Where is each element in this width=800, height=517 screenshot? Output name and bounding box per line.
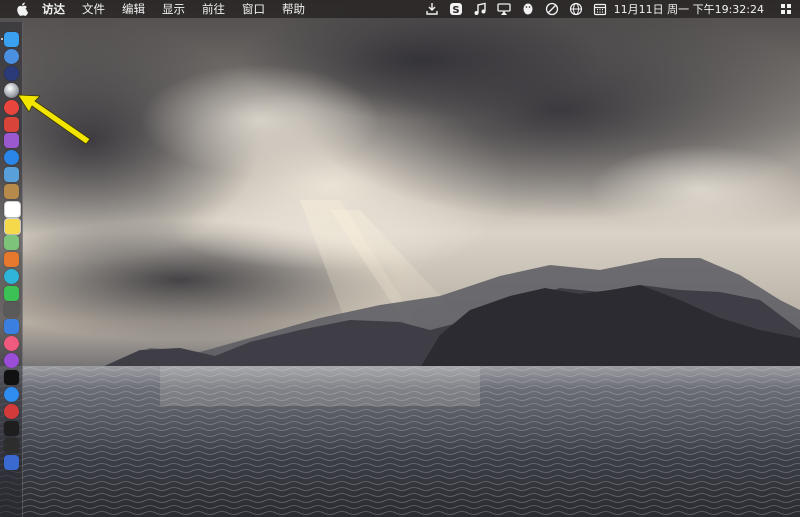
menu-window[interactable]: 窗口	[242, 0, 265, 18]
finder-icon[interactable]	[4, 32, 19, 47]
menu-help[interactable]: 帮助	[282, 0, 305, 18]
blue-app-icon[interactable]	[4, 319, 19, 334]
red-app-icon[interactable]	[4, 404, 19, 419]
menu-file[interactable]: 文件	[82, 0, 105, 18]
photos-icon[interactable]	[4, 235, 19, 250]
tv-icon[interactable]	[4, 370, 19, 385]
menubar-clock[interactable]: 11月11日 周一 下午19:32:24	[614, 1, 764, 17]
compass-icon[interactable]	[4, 49, 19, 64]
running-indicator-dot	[1, 38, 3, 40]
brown-app-icon[interactable]	[4, 184, 19, 199]
airplay-icon[interactable]	[496, 1, 512, 17]
activity-icon[interactable]	[4, 438, 19, 453]
dock	[0, 22, 23, 517]
preview-icon[interactable]	[4, 167, 19, 182]
menu-go[interactable]: 前往	[202, 0, 225, 18]
messages-icon[interactable]	[4, 286, 19, 301]
red-app-icon[interactable]	[4, 117, 19, 132]
calendar-icon[interactable]	[592, 1, 608, 17]
no-signal-icon[interactable]	[544, 1, 560, 17]
notes-icon[interactable]	[4, 218, 21, 235]
status-area: S 11月11日 周一 下午19:32:24	[416, 0, 794, 18]
desktop-wallpaper	[0, 0, 800, 517]
control-center-icon[interactable]	[778, 1, 794, 17]
gray-disc-icon[interactable]	[4, 83, 19, 98]
vpn-icon[interactable]	[4, 455, 19, 470]
menu-edit[interactable]: 编辑	[122, 0, 145, 18]
qq-penguin-icon[interactable]	[520, 1, 536, 17]
orange-app-icon[interactable]	[4, 252, 19, 267]
rocket-icon[interactable]	[4, 66, 19, 81]
download-icon[interactable]	[424, 1, 440, 17]
terminal-icon[interactable]	[4, 421, 19, 436]
calendar-app-icon[interactable]	[4, 201, 21, 218]
sogou-input-icon[interactable]: S	[448, 1, 464, 17]
apple-logo-icon[interactable]	[14, 1, 30, 17]
chrome-icon[interactable]	[4, 100, 19, 115]
music-note-icon[interactable]	[472, 1, 488, 17]
podcasts-icon[interactable]	[4, 353, 19, 368]
appstore-icon[interactable]	[4, 387, 19, 402]
blue-app-icon[interactable]	[4, 150, 19, 165]
svg-text:S: S	[452, 5, 459, 16]
camera-icon[interactable]	[4, 302, 19, 317]
menu-bar: 访达 文件 编辑 显示 前往 窗口 帮助 S	[0, 0, 800, 18]
desktop: 访达 文件 编辑 显示 前往 窗口 帮助 S	[0, 0, 800, 517]
globe-icon[interactable]	[568, 1, 584, 17]
music-icon[interactable]	[4, 336, 19, 351]
purple-app-icon[interactable]	[4, 133, 19, 148]
menu-finder[interactable]: 访达	[42, 0, 65, 18]
cyan-app-icon[interactable]	[4, 269, 19, 284]
menu-view[interactable]: 显示	[162, 0, 185, 18]
